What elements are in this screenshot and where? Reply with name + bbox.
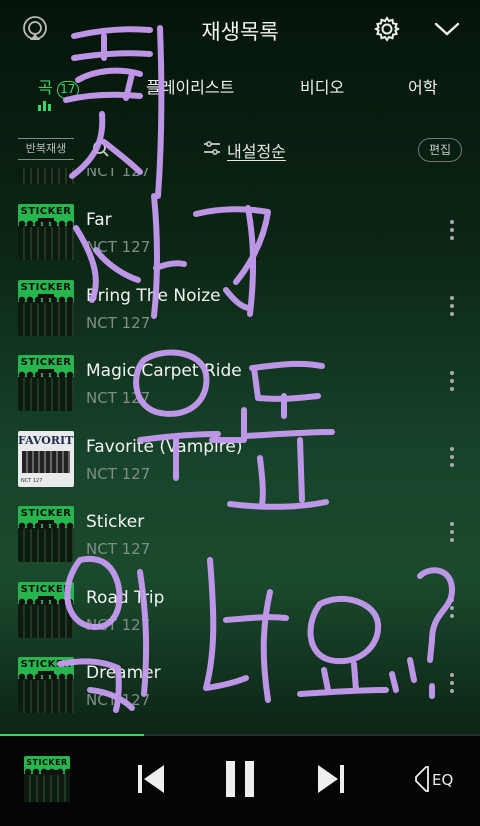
album-art: STICKER: [18, 279, 74, 336]
album-art-text: FAVORITE: [18, 433, 74, 447]
song-title: Road Trip: [86, 587, 165, 608]
repeat-button[interactable]: 반복재생: [18, 136, 74, 162]
song-artist: NCT 127: [86, 238, 151, 256]
song-title: Far: [86, 210, 112, 230]
album-art-foot: NCT 127: [21, 477, 43, 484]
page-title: 재생목록: [201, 20, 279, 44]
tab-songs-label: 곡: [38, 78, 53, 97]
song-row[interactable]: STICKER Sticker NCT 127: [0, 506, 480, 582]
eq-icon[interactable]: EQ: [410, 758, 460, 800]
album-art: STICKER: [18, 355, 74, 411]
song-title: Bring The Noize: [86, 285, 221, 306]
album-art: [18, 168, 74, 184]
song-artist: NCT 127: [86, 464, 151, 483]
song-title: Dreamer: [86, 663, 161, 683]
active-tab-indicator: [38, 96, 52, 111]
song-artist: NCT 127: [86, 615, 151, 634]
song-title: Sticker: [86, 512, 145, 532]
pause-icon[interactable]: [222, 758, 258, 800]
sort-label: 내설정순: [227, 142, 286, 161]
album-art-text: STICKER: [20, 583, 72, 595]
next-icon[interactable]: [314, 758, 348, 800]
gear-icon[interactable]: [372, 14, 402, 44]
song-title: Favorite (Vampire): [86, 436, 243, 457]
header: 재생목록: [0, 0, 480, 62]
now-playing-art[interactable]: STICKER: [24, 756, 70, 802]
more-options-icon[interactable]: [448, 220, 456, 244]
more-options-icon[interactable]: [448, 371, 456, 395]
song-artist: NCT 127: [86, 389, 151, 407]
eq-label: EQ: [432, 771, 453, 789]
song-artist: NCT 127: [86, 168, 151, 180]
tab-playlists[interactable]: 플레이리스트: [146, 74, 234, 98]
more-options-icon[interactable]: [448, 295, 456, 320]
tab-videos[interactable]: 비디오: [300, 74, 344, 98]
more-options-icon[interactable]: [448, 673, 456, 697]
song-artist: NCT 127: [86, 313, 151, 332]
album-art: STICKER: [18, 657, 74, 713]
chevron-down-icon[interactable]: [432, 14, 462, 44]
tab-songs-count: 17: [56, 81, 79, 99]
progress-bar[interactable]: [0, 734, 480, 736]
search-icon[interactable]: [92, 140, 110, 162]
album-art-text: STICKER: [20, 206, 72, 217]
album-art: STICKER: [18, 581, 74, 638]
more-options-icon[interactable]: [448, 522, 456, 546]
album-art-text: STICKER: [20, 357, 72, 368]
tab-bar: 곡 17 플레이리스트 비디오 어학: [0, 64, 480, 106]
progress-fill: [0, 734, 144, 736]
tab-language[interactable]: 어학: [408, 74, 437, 98]
previous-icon[interactable]: [134, 758, 168, 800]
song-list: NCT 127 STICKER Far NCT 127 STICKER Bring Th…: [0, 168, 480, 738]
album-art: STICKER: [18, 204, 74, 260]
song-row[interactable]: STICKER Bring The Noize NCT 127: [0, 279, 480, 356]
song-row[interactable]: STICKER Magic Carpet Ride NCT 127: [0, 355, 480, 431]
sliders-icon: [203, 140, 221, 160]
album-art-text: STICKER: [20, 281, 72, 293]
song-artist: NCT 127: [86, 691, 151, 709]
song-row[interactable]: STICKER Far NCT 127: [0, 204, 480, 280]
album-art: FAVORITE NCT 127: [18, 430, 74, 487]
song-artist: NCT 127: [86, 540, 151, 558]
song-title: Magic Carpet Ride: [86, 361, 242, 381]
more-options-icon[interactable]: [448, 446, 456, 471]
album-art: STICKER: [18, 506, 74, 562]
edit-button[interactable]: 편집: [418, 138, 462, 162]
mini-player: STICKER EQ: [0, 734, 480, 826]
song-row[interactable]: STICKER Dreamer NCT 127: [0, 657, 480, 733]
album-art-text: STICKER: [20, 659, 72, 670]
sort-button[interactable]: 내설정순: [203, 138, 286, 162]
list-toolbar: 반복재생 내설정순 편집: [0, 132, 480, 168]
album-art-text: STICKER: [20, 508, 72, 519]
song-row[interactable]: STICKER Road Trip NCT 127: [0, 581, 480, 658]
more-options-icon[interactable]: [448, 597, 456, 622]
song-row[interactable]: FAVORITE NCT 127 Favorite (Vampire) NCT 127: [0, 430, 480, 507]
album-art-text: STICKER: [26, 758, 68, 767]
